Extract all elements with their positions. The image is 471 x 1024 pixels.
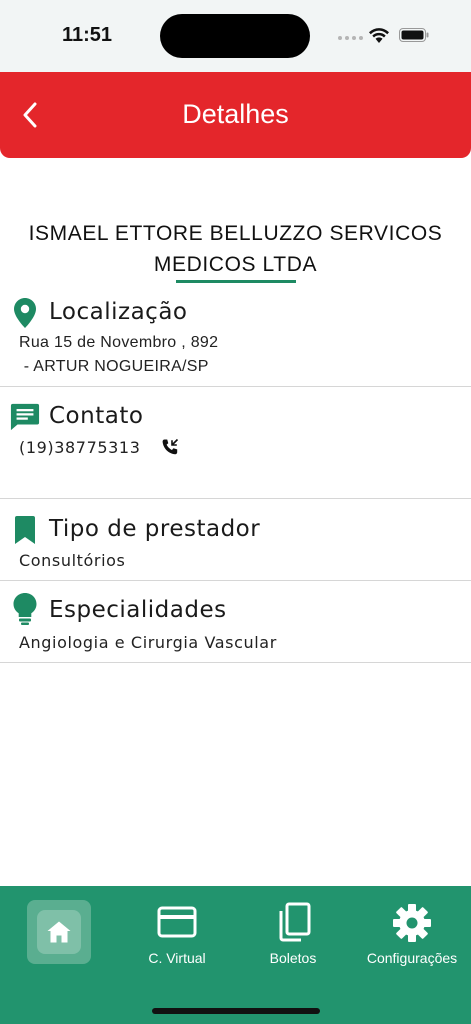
title-underline <box>176 280 296 283</box>
dynamic-island <box>160 14 310 58</box>
signal-icon <box>338 36 363 40</box>
status-bar: 11:51 <box>0 0 471 72</box>
status-time: 11:51 <box>62 24 113 46</box>
section-divider <box>0 662 471 663</box>
home-indicator <box>152 1008 320 1014</box>
bookmark-icon <box>10 513 40 547</box>
location-title: Localização <box>49 299 188 325</box>
phone-call-icon[interactable] <box>161 438 179 456</box>
bottom-nav: C. Virtual Boletos Configurações <box>0 886 471 1024</box>
app-header: Detalhes <box>0 72 471 158</box>
nav-virtual-card-label: C. Virtual <box>148 950 206 966</box>
specialties-title: Especialidades <box>49 597 227 623</box>
section-divider <box>0 498 471 499</box>
gear-icon <box>393 904 431 942</box>
phone-number[interactable]: (19)38775313 <box>19 438 140 457</box>
page-title: Detalhes <box>182 99 289 129</box>
section-divider <box>0 580 471 581</box>
address-line-1: Rua 15 de Novembro , 892 <box>19 334 219 351</box>
nav-boletos[interactable]: Boletos <box>234 886 352 972</box>
nav-settings-label: Configurações <box>366 950 458 966</box>
lightbulb-icon <box>10 592 40 626</box>
battery-icon <box>399 28 429 42</box>
card-icon <box>157 906 197 938</box>
provider-name: ISMAEL ETTORE BELLUZZO SERVICOS MEDICOS … <box>28 222 443 276</box>
contact-title: Contato <box>49 403 144 429</box>
nav-virtual-card[interactable]: C. Virtual <box>118 886 236 972</box>
provider-type-title: Tipo de prestador <box>49 516 261 542</box>
specialties-value: Angiologia e Cirurgia Vascular <box>19 633 277 652</box>
nav-boletos-label: Boletos <box>269 950 317 966</box>
wifi-icon <box>369 28 389 43</box>
section-divider <box>0 386 471 387</box>
provider-type-value: Consultórios <box>19 551 126 570</box>
address-line-2: - ARTUR NOGUEIRA/SP <box>19 358 209 375</box>
nav-settings[interactable]: Configurações <box>353 886 471 972</box>
message-icon <box>10 400 40 434</box>
nav-home[interactable] <box>0 886 118 972</box>
location-pin-icon <box>10 296 40 330</box>
home-icon <box>37 910 81 954</box>
documents-icon <box>279 902 311 942</box>
